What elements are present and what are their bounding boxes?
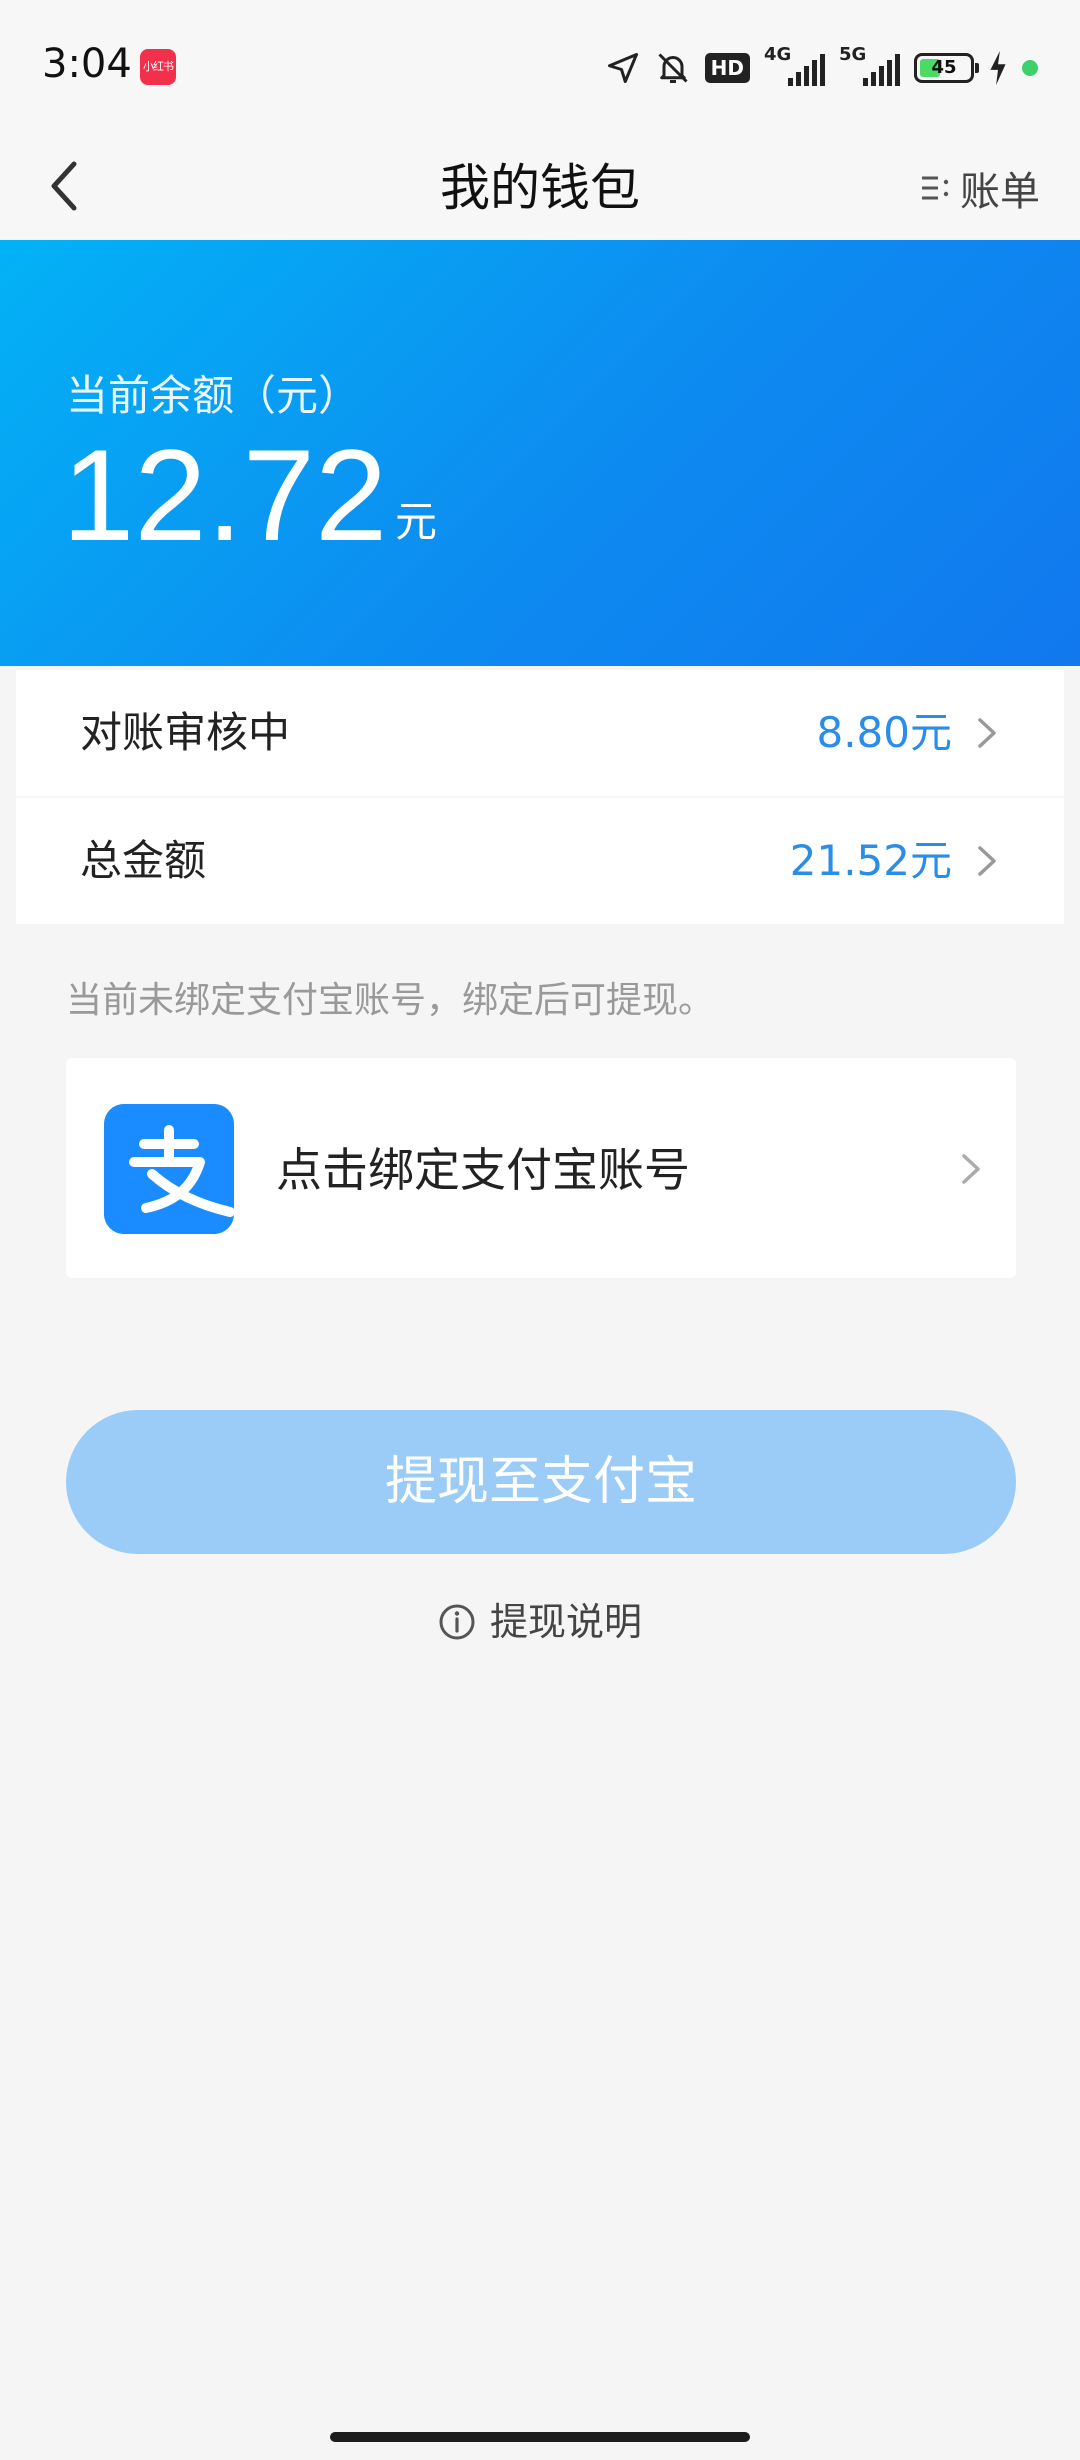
signal-4g-icon: 4G [764, 44, 825, 86]
bill-button[interactable]: 账单 [918, 162, 1040, 215]
info-circle-icon [439, 1604, 475, 1640]
status-icons: HD 4G 5G 45 [605, 44, 1038, 90]
net-4g-label: 4G [764, 44, 792, 65]
alipay-logo-icon [104, 1104, 234, 1234]
battery-level: 45 [931, 57, 957, 78]
battery-icon: 45 [914, 53, 979, 83]
row-label: 对账审核中 [80, 708, 291, 757]
status-time: 3:04 [42, 41, 132, 87]
bind-alipay-card[interactable]: 点击绑定支付宝账号 [66, 1058, 1016, 1278]
row-value: 8.80元 [816, 708, 952, 757]
net-5g-label: 5G [839, 44, 867, 65]
row-total-amount[interactable]: 总金额 21.52元 [16, 798, 1064, 924]
signal-5g-icon: 5G [839, 44, 900, 86]
status-bar: 3:04 小红书 HD 4G 5G 45 [0, 0, 1080, 136]
privacy-indicator-dot [1022, 60, 1038, 76]
charging-bolt-icon [990, 51, 1006, 85]
row-value: 21.52元 [789, 836, 952, 885]
home-indicator[interactable] [330, 2432, 750, 2442]
chevron-right-icon [962, 1154, 980, 1184]
bell-muted-icon [658, 53, 688, 83]
withdraw-to-alipay-button[interactable]: 提现至支付宝 [66, 1410, 1016, 1554]
balance-amount: 12.72 [62, 422, 388, 568]
chevron-right-icon [978, 718, 996, 748]
xiaohongshu-notification-icon: 小红书 [140, 49, 176, 85]
withdraw-info-link[interactable]: 提现说明 [0, 1598, 1080, 1646]
balance-label: 当前余额（元） [66, 371, 361, 420]
row-reconciliation-pending[interactable]: 对账审核中 8.80元 [16, 670, 1064, 796]
nav-bar: 我的钱包 账单 [0, 136, 1080, 240]
bind-alipay-label: 点击绑定支付宝账号 [276, 1143, 690, 1197]
hd-voice-badge: HD [704, 53, 750, 83]
unbound-hint: 当前未绑定支付宝账号，绑定后可提现。 [66, 980, 715, 1021]
location-arrow-icon [607, 53, 638, 83]
withdraw-info-label: 提现说明 [489, 1600, 642, 1644]
row-label: 总金额 [80, 836, 207, 885]
balance-unit: 元 [395, 497, 438, 546]
list-icon [922, 176, 949, 200]
chevron-right-icon [978, 846, 996, 876]
bill-label: 账单 [960, 169, 1040, 215]
balance-card: 当前余额（元） 12.72 元 [0, 240, 1080, 666]
